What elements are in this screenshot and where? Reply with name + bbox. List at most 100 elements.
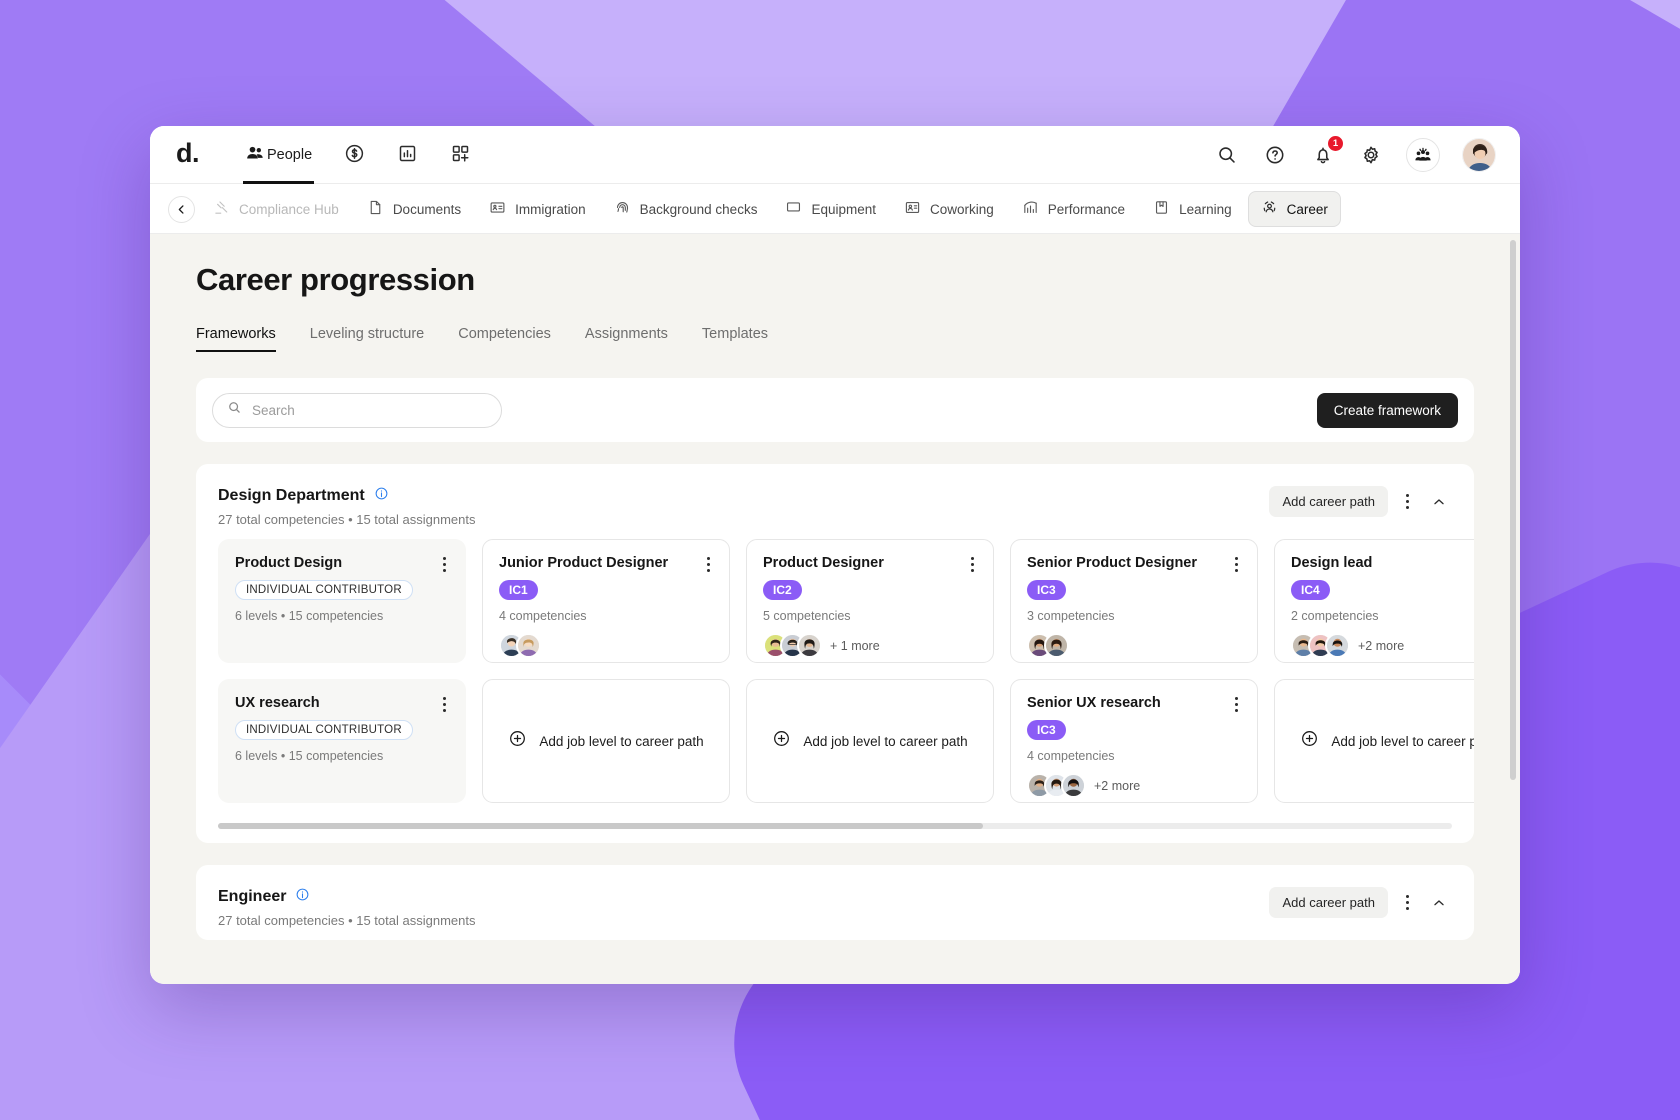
nav-item-payroll[interactable]: [328, 126, 381, 184]
scrollbar-thumb[interactable]: [1510, 240, 1516, 780]
add-career-path-button[interactable]: Add career path: [1269, 887, 1388, 918]
create-framework-button[interactable]: Create framework: [1316, 392, 1458, 428]
subnav-item-equipment[interactable]: Equipment: [773, 192, 888, 226]
card-assignees[interactable]: +2 more: [1291, 633, 1474, 658]
nav-item-apps[interactable]: [434, 126, 487, 184]
app-window: d. People 1 Compliance Hub Documents Imm…: [150, 126, 1520, 984]
subnav-item-label: Immigration: [515, 201, 586, 217]
search-icon[interactable]: [1214, 142, 1240, 168]
job-level-card[interactable]: Junior Product Designer IC1 4 competenci…: [482, 539, 730, 663]
plus-circle-icon: [772, 729, 791, 753]
card-title: Product Designer: [763, 555, 884, 571]
career-path-grid: Product Design INDIVIDUAL CONTRIBUTOR 6 …: [218, 539, 1474, 819]
subnav-item-label: Career: [1286, 201, 1328, 217]
career-path-card[interactable]: Product Design INDIVIDUAL CONTRIBUTOR 6 …: [218, 539, 466, 663]
laptop-icon: [785, 199, 802, 219]
card-meta: 6 levels • 15 competencies: [235, 749, 384, 763]
card-assignees-more: +2 more: [1358, 638, 1405, 653]
add-job-level-card[interactable]: Add job level to career path: [482, 679, 730, 803]
card-more-options-button[interactable]: [1223, 691, 1249, 717]
subnav-item-learning[interactable]: Learning: [1141, 192, 1244, 226]
info-icon[interactable]: [374, 486, 389, 506]
card-level-badge: IC3: [1027, 720, 1066, 740]
card-assignees[interactable]: +2 more: [1027, 773, 1241, 798]
tab-templates[interactable]: Templates: [702, 326, 768, 352]
collapse-group-chevron-up-icon[interactable]: [1426, 489, 1452, 515]
card-more-options-button[interactable]: [431, 691, 457, 717]
card-assignees-more: + 1 more: [830, 638, 880, 653]
card-assignees[interactable]: + 1 more: [763, 633, 977, 658]
subnav-item-career[interactable]: Career: [1247, 191, 1341, 227]
search-input[interactable]: [252, 402, 487, 418]
add-job-level-label: Add job level to career path: [1331, 733, 1474, 749]
subnav-item-coworking[interactable]: Coworking: [892, 192, 1006, 226]
add-job-level-label: Add job level to career path: [539, 733, 704, 749]
add-job-level-card[interactable]: Add job level to career path: [746, 679, 994, 803]
horizontal-scrollbar[interactable]: [218, 823, 1452, 829]
card-meta: 6 levels • 15 competencies: [235, 609, 384, 623]
card-title: Product Design: [235, 555, 343, 571]
avatar: [1061, 773, 1086, 798]
subnav-item-performance[interactable]: Performance: [1010, 192, 1137, 226]
subnav-item-label: Documents: [392, 201, 462, 217]
subnav-back-button[interactable]: [168, 195, 195, 223]
subnav-item-immigration[interactable]: Immigration: [477, 192, 598, 226]
job-level-card[interactable]: Senior Product Designer IC3 3 competenci…: [1010, 539, 1258, 663]
tab-frameworks[interactable]: Frameworks: [196, 326, 276, 352]
tab-assignments[interactable]: Assignments: [585, 326, 668, 352]
card-assignees[interactable]: [1027, 633, 1241, 658]
group-more-options-button[interactable]: [1394, 890, 1420, 916]
tab-leveling-structure[interactable]: Leveling structure: [310, 326, 424, 352]
help-icon[interactable]: [1262, 142, 1288, 168]
nav-item-people[interactable]: People: [229, 126, 328, 184]
search-icon: [227, 400, 242, 420]
dollar-circle-icon: [344, 143, 365, 168]
card-more-options-button[interactable]: [695, 551, 721, 577]
job-level-card[interactable]: Design lead IC4 2 competencies +2 more: [1274, 539, 1474, 663]
settings-gear-icon[interactable]: [1358, 142, 1384, 168]
nav-item-reports[interactable]: [381, 126, 434, 184]
secondary-navigation: Compliance Hub Documents Immigration Bac…: [150, 184, 1520, 234]
framework-group-engineer: Engineer 27 total competencies • 15 tota…: [196, 865, 1474, 940]
card-assignees[interactable]: [499, 633, 713, 658]
top-navigation-bar: d. People 1: [150, 126, 1520, 184]
scrollbar-thumb[interactable]: [218, 823, 984, 829]
subnav-item-label: Compliance Hub: [239, 201, 339, 217]
career-path-grid-wrapper: Product Design INDIVIDUAL CONTRIBUTOR 6 …: [196, 539, 1474, 819]
user-avatar[interactable]: [1462, 138, 1496, 172]
collapse-group-chevron-up-icon[interactable]: [1426, 890, 1452, 916]
subnav-item-background-checks[interactable]: Background checks: [602, 192, 770, 226]
fingerprint-icon: [614, 199, 631, 219]
avatar: [797, 633, 822, 658]
team-icon[interactable]: [1406, 138, 1440, 172]
notifications-icon[interactable]: 1: [1310, 136, 1343, 168]
add-job-level-card[interactable]: Add job level to career path: [1274, 679, 1474, 803]
card-more-options-button[interactable]: [959, 551, 985, 577]
career-path-card[interactable]: UX research INDIVIDUAL CONTRIBUTOR 6 lev…: [218, 679, 466, 803]
card-more-options-button[interactable]: [431, 551, 457, 577]
subnav-item-label: Equipment: [811, 201, 876, 217]
coworking-icon: [904, 199, 921, 219]
add-career-path-button[interactable]: Add career path: [1269, 486, 1388, 517]
performance-chart-icon: [1022, 199, 1039, 219]
group-more-options-button[interactable]: [1394, 489, 1420, 515]
people-icon: [245, 143, 265, 167]
job-level-card[interactable]: Senior UX research IC3 4 competencies +2…: [1010, 679, 1258, 803]
tab-competencies[interactable]: Competencies: [458, 326, 551, 352]
bar-chart-icon: [397, 143, 418, 168]
card-title: Senior UX research: [1027, 695, 1161, 711]
card-assignees-more: +2 more: [1094, 778, 1141, 793]
subnav-item-documents[interactable]: Documents: [355, 192, 473, 226]
card-title: UX research: [235, 695, 320, 711]
page-vertical-scrollbar[interactable]: [1510, 240, 1516, 850]
job-level-card[interactable]: Product Designer IC2 5 competencies + 1 …: [746, 539, 994, 663]
card-meta: 5 competencies: [763, 609, 851, 623]
card-more-options-button[interactable]: [1223, 551, 1249, 577]
card-tag: INDIVIDUAL CONTRIBUTOR: [235, 720, 413, 740]
search-field[interactable]: [212, 392, 502, 428]
app-logo[interactable]: d.: [176, 139, 200, 171]
subnav-item-compliance-hub[interactable]: Compliance Hub: [201, 192, 351, 226]
subnav-item-label: Coworking: [930, 201, 994, 217]
card-level-badge: IC1: [499, 580, 538, 600]
info-icon[interactable]: [295, 887, 310, 907]
